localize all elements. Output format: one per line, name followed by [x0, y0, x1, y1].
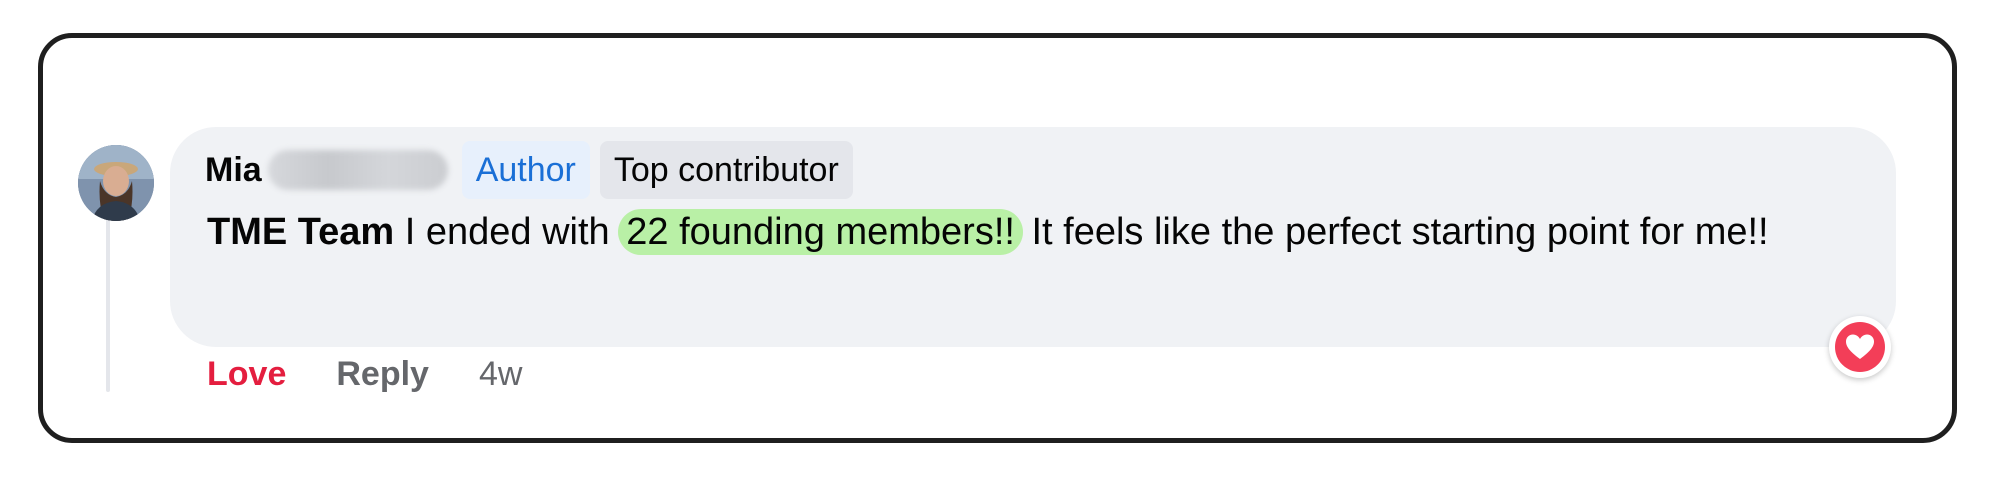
- author-name[interactable]: Mia: [205, 151, 262, 190]
- highlighted-text: 22 founding members!!: [618, 209, 1023, 255]
- heart-icon: [1846, 334, 1874, 359]
- reply-button[interactable]: Reply: [336, 355, 429, 394]
- mention-tag[interactable]: TME Team: [207, 211, 394, 253]
- author-badge: Author: [461, 141, 590, 199]
- author-last-name-redacted: [267, 150, 448, 190]
- comment-text-after: It feels like the perfect starting point…: [1020, 211, 1769, 253]
- comment-text-before: I ended with: [394, 211, 621, 253]
- comment-header: Mia Author Top contributor: [205, 140, 853, 200]
- timestamp[interactable]: 4w: [479, 355, 522, 394]
- love-button[interactable]: Love: [207, 355, 286, 394]
- love-heart-icon: [1835, 322, 1885, 372]
- top-contributor-badge[interactable]: Top contributor: [599, 141, 853, 199]
- comment-actions: Love Reply 4w: [207, 350, 522, 398]
- reaction-badge[interactable]: [1829, 316, 1891, 378]
- avatar-photo-icon: [78, 145, 154, 221]
- avatar[interactable]: [78, 145, 154, 221]
- comment-body: TME Team I ended with 22 founding member…: [207, 203, 1867, 261]
- thread-line: [106, 205, 110, 392]
